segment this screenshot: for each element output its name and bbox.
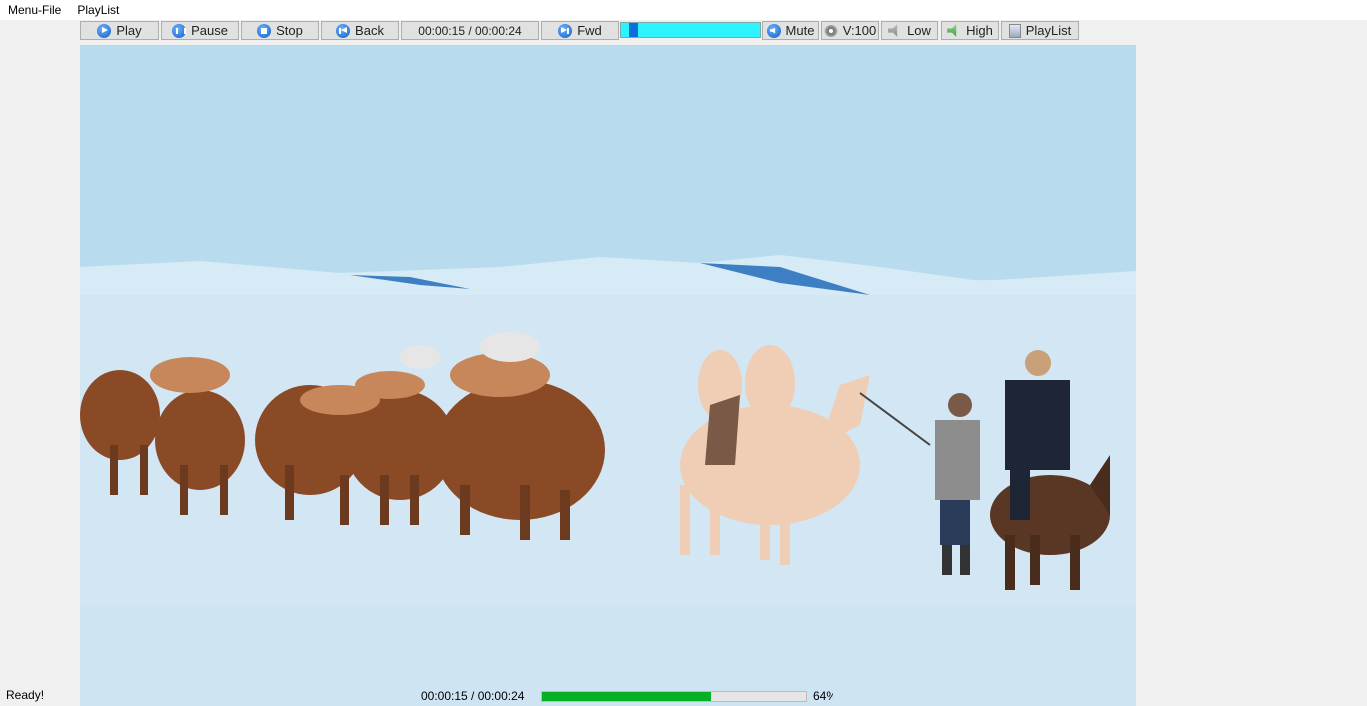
speaker-high-icon	[947, 24, 957, 37]
volume-low-button[interactable]: Low	[881, 21, 938, 40]
play-label: Play	[116, 23, 142, 38]
stop-label: Stop	[276, 23, 303, 38]
volume-high-button[interactable]: High	[941, 21, 999, 40]
menu-playlist[interactable]: PlayList	[69, 0, 127, 20]
back-icon	[336, 23, 351, 38]
mute-button[interactable]: Mute	[762, 21, 819, 40]
mute-icon	[766, 23, 781, 38]
playback-progress-bar	[541, 691, 807, 702]
pause-icon	[172, 23, 187, 38]
menu-bar: Menu-File PlayList	[0, 0, 1367, 20]
speaker-low-icon	[888, 24, 898, 37]
volume-icon	[823, 24, 838, 37]
video-frame[interactable]	[80, 45, 1136, 706]
playback-progress-fill	[542, 692, 711, 701]
video-image	[80, 45, 1136, 706]
high-label: High	[966, 23, 993, 38]
stop-button[interactable]: Stop	[241, 21, 319, 40]
time-display: 00:00:15 / 00:00:24	[401, 21, 539, 40]
play-button[interactable]: Play	[80, 21, 159, 40]
playlist-icon	[1008, 23, 1021, 38]
stop-icon	[257, 23, 272, 38]
volume-label: V:100	[842, 23, 877, 38]
progress-percent: 64%	[813, 689, 833, 703]
back-label: Back	[355, 23, 384, 38]
mute-label: Mute	[785, 23, 815, 38]
pause-label: Pause	[191, 23, 228, 38]
forward-button[interactable]: Fwd	[541, 21, 619, 40]
play-icon	[97, 23, 112, 38]
status-text: Ready!	[6, 688, 45, 702]
volume-button[interactable]: V:100	[821, 21, 879, 40]
playlist-button[interactable]: PlayList	[1001, 21, 1079, 40]
seek-thumb[interactable]	[628, 23, 638, 37]
forward-icon	[558, 23, 573, 38]
status-time: 00:00:15 / 00:00:24	[421, 689, 525, 703]
pause-button[interactable]: Pause	[161, 21, 239, 40]
menu-file[interactable]: Menu-File	[0, 0, 69, 20]
back-button[interactable]: Back	[321, 21, 399, 40]
forward-label: Fwd	[577, 23, 602, 38]
playlist-label: PlayList	[1025, 23, 1072, 38]
seek-slider[interactable]	[620, 22, 761, 38]
low-label: Low	[907, 23, 931, 38]
